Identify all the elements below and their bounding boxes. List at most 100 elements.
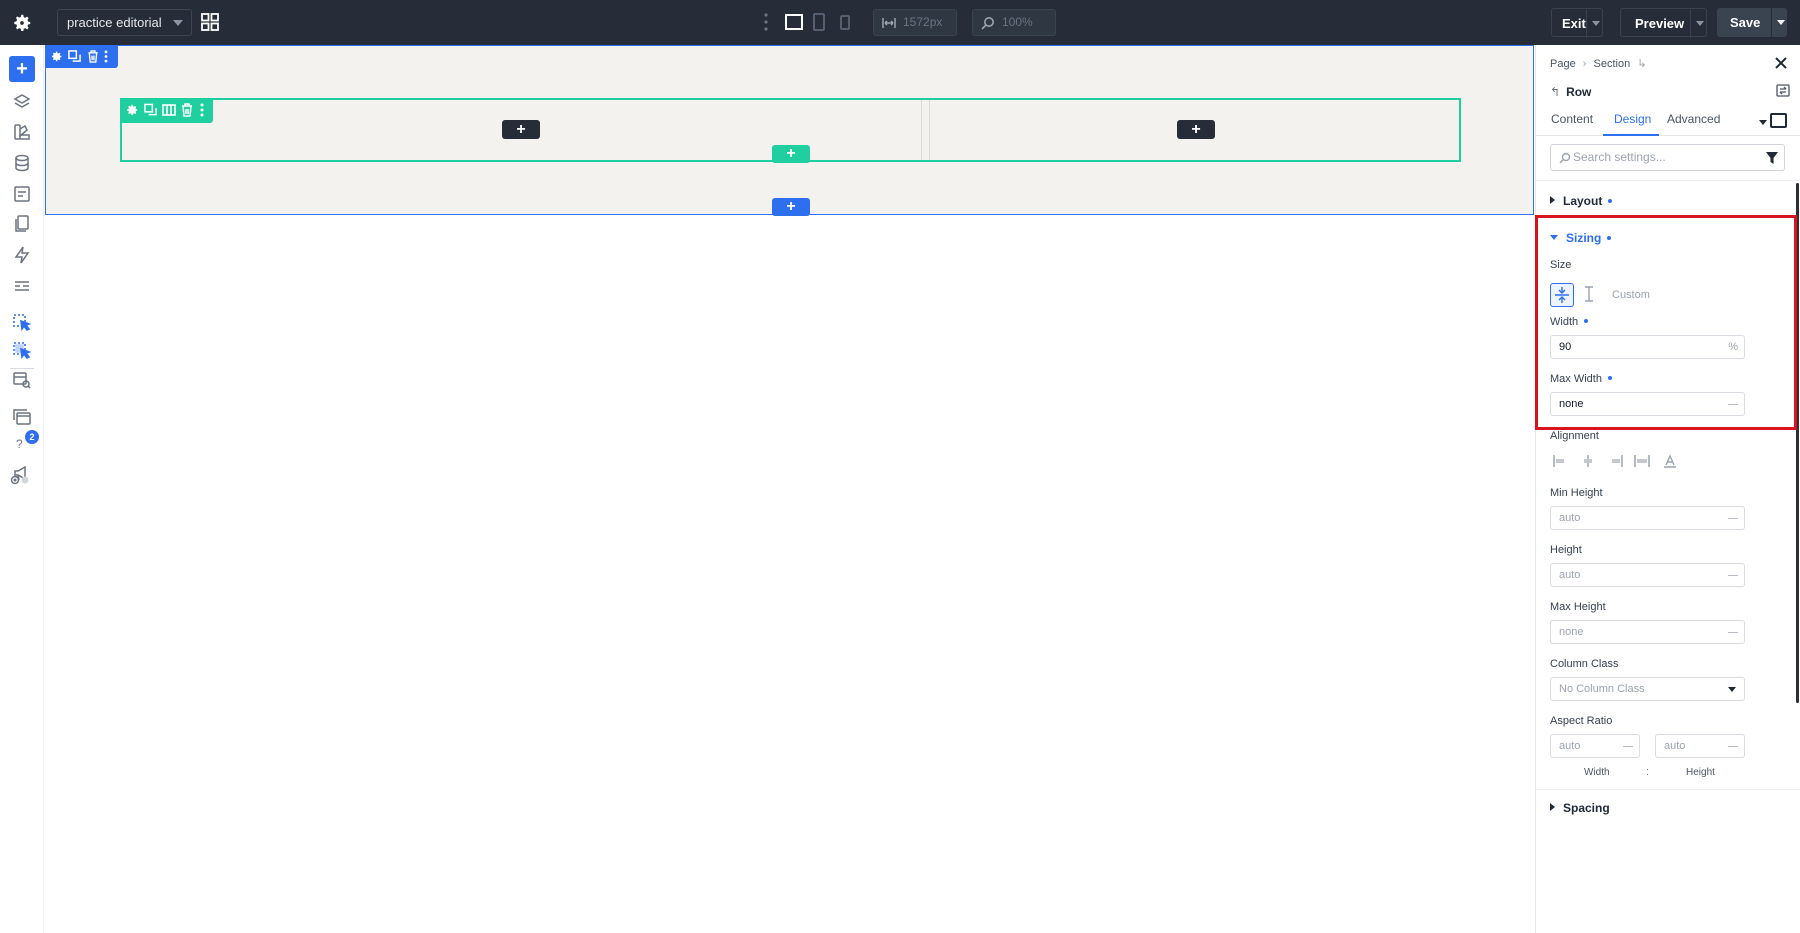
gear-icon[interactable] xyxy=(50,50,63,63)
chevron-down-icon xyxy=(1592,21,1600,26)
unit-dash-icon[interactable] xyxy=(1728,575,1738,576)
template-search-icon[interactable] xyxy=(12,370,32,390)
chevron-down-icon[interactable] xyxy=(1759,120,1767,125)
breadcrumb-page[interactable]: Page xyxy=(1550,58,1576,70)
vertical-dots-icon[interactable] xyxy=(764,13,768,31)
save-menu-toggle[interactable] xyxy=(1771,8,1787,37)
tab-design[interactable]: Design xyxy=(1614,112,1651,126)
more-vertical-icon[interactable] xyxy=(104,50,108,63)
rail-divider xyxy=(10,368,34,369)
aspect-height-input[interactable]: auto xyxy=(1655,734,1745,758)
max-height-placeholder: none xyxy=(1559,626,1584,638)
section-block[interactable]: + + + + xyxy=(45,45,1534,216)
exit-label: Exit xyxy=(1562,16,1586,31)
unit-dash-icon[interactable] xyxy=(1728,632,1738,633)
column-class-select[interactable]: No Column Class xyxy=(1550,677,1745,701)
top-toolbar: practice editorial 1572px 100% Exit Prev… xyxy=(0,0,1800,45)
align-stretch-icon[interactable] xyxy=(1634,453,1650,469)
sliders-icon[interactable] xyxy=(12,276,32,296)
form-icon[interactable] xyxy=(12,184,32,204)
align-center-icon[interactable] xyxy=(1580,453,1596,469)
min-height-input[interactable]: auto xyxy=(1550,506,1745,530)
element-title: ↰ Row xyxy=(1550,85,1591,99)
tab-advanced[interactable]: Advanced xyxy=(1667,112,1720,126)
pages-icon[interactable] xyxy=(12,214,32,234)
lightning-icon[interactable] xyxy=(12,245,32,265)
swap-settings-icon[interactable] xyxy=(1776,84,1790,97)
left-sidebar: + ? 2 xyxy=(0,45,44,933)
settings-gear-icon[interactable] xyxy=(11,12,33,34)
database-icon[interactable] xyxy=(12,153,32,173)
settings-tabs: Content Design Advanced xyxy=(1536,103,1800,136)
notification-badge: 2 xyxy=(25,430,39,444)
element-title-label: Row xyxy=(1566,85,1592,99)
unit-dash-icon[interactable] xyxy=(1728,746,1738,747)
breadcrumb-child-icon: ↳ xyxy=(1637,58,1647,70)
min-height-placeholder: auto xyxy=(1559,512,1581,524)
add-to-column-button[interactable]: + xyxy=(502,120,540,139)
alignment-label: Alignment xyxy=(1550,430,1599,442)
caret-right-icon xyxy=(1550,803,1555,811)
trash-icon[interactable] xyxy=(181,103,193,117)
max-height-input[interactable]: none xyxy=(1550,620,1745,644)
exit-button[interactable]: Exit xyxy=(1551,8,1603,38)
chevron-down-icon xyxy=(1777,20,1785,25)
desktop-view-icon[interactable] xyxy=(784,12,804,32)
back-arrow-icon[interactable]: ↰ xyxy=(1550,85,1560,99)
builder-canvas[interactable]: + + + + xyxy=(44,45,1535,933)
align-right-icon[interactable] xyxy=(1608,453,1624,469)
add-section-button[interactable]: + xyxy=(772,198,810,216)
caret-right-icon xyxy=(1550,196,1555,204)
duplicate-icon[interactable] xyxy=(68,50,81,63)
layers-icon[interactable] xyxy=(12,92,32,112)
duplicate-icon[interactable] xyxy=(144,103,157,117)
unit-dash-icon[interactable] xyxy=(1728,518,1738,519)
height-input[interactable]: auto xyxy=(1550,563,1745,587)
zoom-field[interactable]: 100% xyxy=(972,9,1056,36)
chevron-down-icon xyxy=(173,20,183,26)
group-spacing[interactable]: Spacing xyxy=(1550,801,1610,815)
trash-icon[interactable] xyxy=(87,50,99,63)
tab-content[interactable]: Content xyxy=(1551,112,1593,126)
group-layout[interactable]: Layout xyxy=(1550,194,1613,208)
add-to-column-button[interactable]: + xyxy=(1177,120,1215,139)
unit-dash-icon[interactable] xyxy=(1623,746,1633,747)
multi-select-icon[interactable] xyxy=(12,341,32,361)
close-icon[interactable] xyxy=(1774,56,1788,70)
more-vertical-icon[interactable] xyxy=(200,103,204,117)
breadcrumb-section[interactable]: Section xyxy=(1594,58,1631,70)
align-left-icon[interactable] xyxy=(1552,453,1568,469)
add-element-button[interactable]: + xyxy=(9,56,35,82)
exit-menu-toggle[interactable] xyxy=(1586,9,1602,38)
filter-icon[interactable] xyxy=(1766,152,1778,164)
preview-label: Preview xyxy=(1635,16,1685,31)
preview-menu-toggle[interactable] xyxy=(1690,9,1706,38)
panel-divider xyxy=(1536,789,1800,790)
width-arrows-icon xyxy=(882,18,896,28)
group-spacing-label: Spacing xyxy=(1563,801,1610,815)
page-select-value: practice editorial xyxy=(67,15,162,30)
chevron-down-icon xyxy=(1728,687,1736,692)
canvas-width-field[interactable]: 1572px xyxy=(873,9,957,36)
save-button[interactable]: Save xyxy=(1717,8,1787,37)
mobile-view-icon[interactable] xyxy=(839,12,851,32)
text-baseline-icon[interactable] xyxy=(1662,453,1678,469)
gear-icon[interactable] xyxy=(125,103,139,117)
frame-view-icon[interactable] xyxy=(1770,113,1787,128)
canvas-width-value: 1572px xyxy=(903,15,943,29)
settings-search-input[interactable]: Search settings... xyxy=(1550,144,1785,171)
aspect-separator: : xyxy=(1646,766,1650,778)
help-icon[interactable]: ? xyxy=(16,437,23,451)
page-select[interactable]: practice editorial xyxy=(57,9,192,36)
design-palette-icon[interactable] xyxy=(12,122,32,142)
select-click-icon[interactable] xyxy=(12,313,32,333)
add-row-button[interactable]: + xyxy=(772,145,810,163)
aspect-width-input[interactable]: auto xyxy=(1550,734,1640,758)
theme-toggle-icon[interactable] xyxy=(10,475,32,485)
windows-icon[interactable] xyxy=(12,407,32,427)
columns-icon[interactable] xyxy=(162,103,176,117)
preview-button[interactable]: Preview xyxy=(1620,8,1707,38)
grid-apps-icon[interactable] xyxy=(201,13,219,31)
breadcrumb-separator: › xyxy=(1582,58,1587,70)
tablet-view-icon[interactable] xyxy=(812,12,826,32)
